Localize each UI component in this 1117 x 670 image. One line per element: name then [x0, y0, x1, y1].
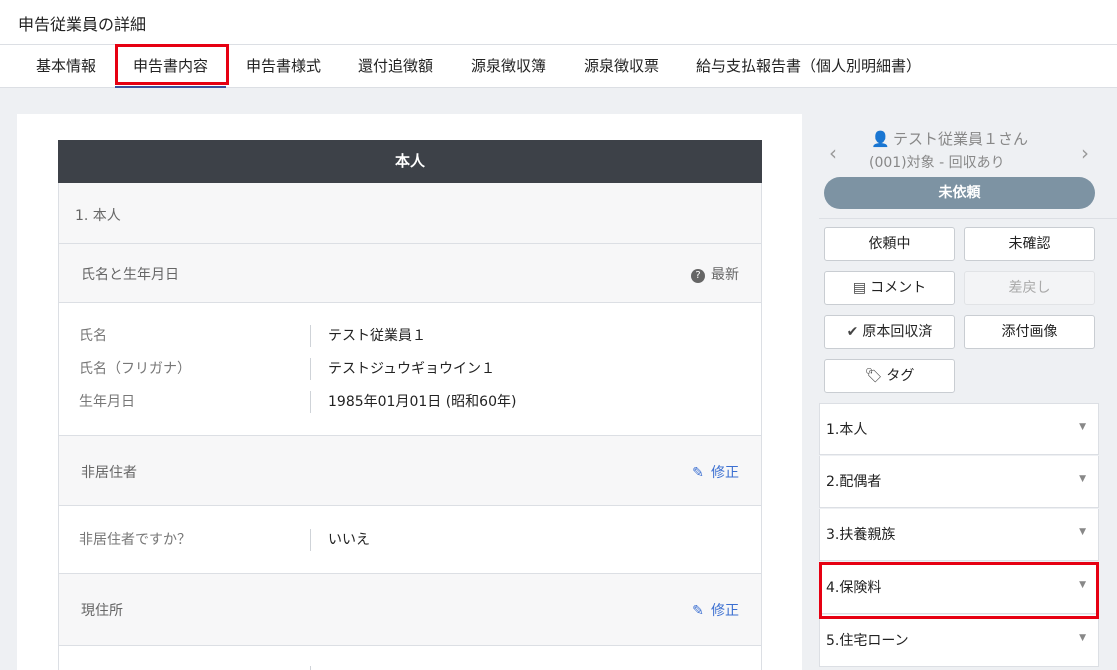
- page-title: 申告従業員の詳細: [18, 15, 147, 34]
- section-title: 本人: [58, 140, 762, 183]
- pencil-icon: ✎: [692, 603, 704, 619]
- requesting-button[interactable]: 依頼中: [824, 227, 955, 261]
- section-item-self[interactable]: 1.本人 ▼: [819, 403, 1099, 455]
- pencil-icon: ✎: [692, 465, 704, 481]
- tag-button[interactable]: 🏷 タグ: [824, 359, 955, 393]
- tag-icon: 🏷: [864, 368, 883, 384]
- tab-bar: 基本情報 申告書内容 申告書様式 還付追徴額 源泉徴収簿 源泉徴収票 給与支払報…: [0, 45, 1117, 88]
- comment-button[interactable]: ▤ コメント: [824, 271, 955, 305]
- field-birth: 生年月日 1985年01月01日 (昭和60年): [79, 391, 739, 413]
- tab-salary-report[interactable]: 給与支払報告書（個人別明細書）: [696, 45, 921, 88]
- employee-name-text: テスト従業員１さん: [893, 130, 1029, 148]
- group-address-fields: [59, 646, 761, 670]
- tab-basic-info[interactable]: 基本情報: [36, 45, 96, 88]
- edit-address-label: 修正: [711, 603, 739, 619]
- next-employee-button[interactable]: ›: [1081, 141, 1089, 165]
- section-label: 1.本人: [826, 422, 868, 438]
- field-address: [79, 666, 739, 670]
- section-label: 5.住宅ローン: [826, 633, 909, 649]
- field-birth-label: 生年月日: [79, 394, 135, 410]
- sidebar: ‹ › 👤 テスト従業員１さん (001)対象 - 回収あり 未依頼 依頼中 未確…: [819, 114, 1117, 670]
- field-name-value: テスト従業員１: [328, 328, 426, 344]
- caret-down-icon: ▼: [1079, 527, 1086, 537]
- section-label: 4.保険料: [826, 580, 882, 596]
- tab-refund-amount[interactable]: 還付追徴額: [358, 45, 433, 88]
- comment-icon: ▤: [852, 280, 867, 296]
- caret-down-icon: ▼: [1079, 474, 1086, 484]
- group-address: 現住所 ✎ 修正: [59, 574, 761, 646]
- group-name-birth: 氏名と生年月日 ? 最新: [59, 244, 761, 303]
- tab-declaration-format[interactable]: 申告書様式: [246, 45, 321, 88]
- group-nonresident: 非居住者 ✎ 修正: [59, 436, 761, 506]
- caret-down-icon: ▼: [1079, 580, 1086, 590]
- group-nonresident-fields: 非居住者ですか？ いいえ: [59, 506, 761, 574]
- request-status-badge: 未依頼: [824, 177, 1095, 209]
- original-collected-label: 原本回収済: [862, 324, 933, 340]
- help-icon: ?: [691, 269, 705, 283]
- latest-label: 最新: [711, 267, 739, 283]
- section-item-spouse[interactable]: 2.配偶者 ▼: [819, 456, 1099, 508]
- unconfirmed-button[interactable]: 未確認: [964, 227, 1095, 261]
- section-label: 2.配偶者: [826, 474, 882, 490]
- section-item-housing-loan[interactable]: 5.住宅ローン ▼: [819, 615, 1099, 667]
- employee-name: 👤 テスト従業員１さん: [871, 128, 1028, 149]
- group-title-address: 現住所: [81, 603, 123, 619]
- group-title-name-birth: 氏名と生年月日: [81, 267, 179, 283]
- field-name-label: 氏名: [79, 328, 107, 344]
- section-item-insurance[interactable]: 4.保険料 ▼: [819, 562, 1099, 614]
- tab-withholding-slip[interactable]: 源泉徴収票: [584, 45, 659, 88]
- field-nonresident-value: いいえ: [328, 532, 370, 548]
- edit-nonresident-link[interactable]: ✎ 修正: [691, 462, 739, 482]
- tab-declaration-content[interactable]: 申告書内容: [115, 45, 227, 88]
- group-name-birth-fields: 氏名 テスト従業員１ 氏名（フリガナ） テストジュウギョウイン１ 生年月日 19…: [59, 303, 761, 436]
- subsection-header: 1. 本人: [59, 183, 761, 244]
- caret-down-icon: ▼: [1079, 633, 1086, 643]
- section-item-dependents[interactable]: 3.扶養親族 ▼: [819, 509, 1099, 561]
- field-nonresident-label: 非居住者ですか？: [79, 532, 191, 548]
- field-name: 氏名 テスト従業員１: [79, 325, 739, 347]
- field-nonresident: 非居住者ですか？ いいえ: [79, 529, 739, 551]
- attachment-button[interactable]: 添付画像: [964, 315, 1095, 349]
- tag-label: タグ: [886, 368, 915, 384]
- original-collected-button[interactable]: ✔ 原本回収済: [824, 315, 955, 349]
- check-circle-icon: ✔: [846, 324, 859, 340]
- latest-link[interactable]: ? 最新: [691, 264, 739, 284]
- prev-employee-button[interactable]: ‹: [829, 141, 837, 165]
- person-icon: 👤: [871, 130, 890, 148]
- group-title-nonresident: 非居住者: [81, 465, 137, 481]
- field-kana-label: 氏名（フリガナ）: [79, 361, 191, 377]
- top-bar: 申告従業員の詳細: [0, 0, 1117, 45]
- section-label: 3.扶養親族: [826, 527, 896, 543]
- field-kana-value: テストジュウギョウイン１: [328, 361, 496, 377]
- field-birth-value: 1985年01月01日 (昭和60年): [328, 394, 517, 410]
- subsection-title: 1. 本人: [75, 208, 121, 224]
- tab-withholding-book[interactable]: 源泉徴収簿: [471, 45, 546, 88]
- caret-down-icon: ▼: [1079, 422, 1086, 432]
- edit-nonresident-label: 修正: [711, 465, 739, 481]
- field-kana: 氏名（フリガナ） テストジュウギョウイン１: [79, 358, 739, 380]
- comment-label: コメント: [870, 280, 927, 296]
- form-body: 1. 本人 氏名と生年月日 ? 最新 氏名 テスト従業員１ 氏名（フリガナ） テス…: [58, 183, 762, 670]
- employee-status: (001)対象 - 回収あり: [869, 155, 1005, 171]
- edit-address-link[interactable]: ✎ 修正: [691, 600, 739, 620]
- return-button[interactable]: 差戻し: [964, 271, 1095, 305]
